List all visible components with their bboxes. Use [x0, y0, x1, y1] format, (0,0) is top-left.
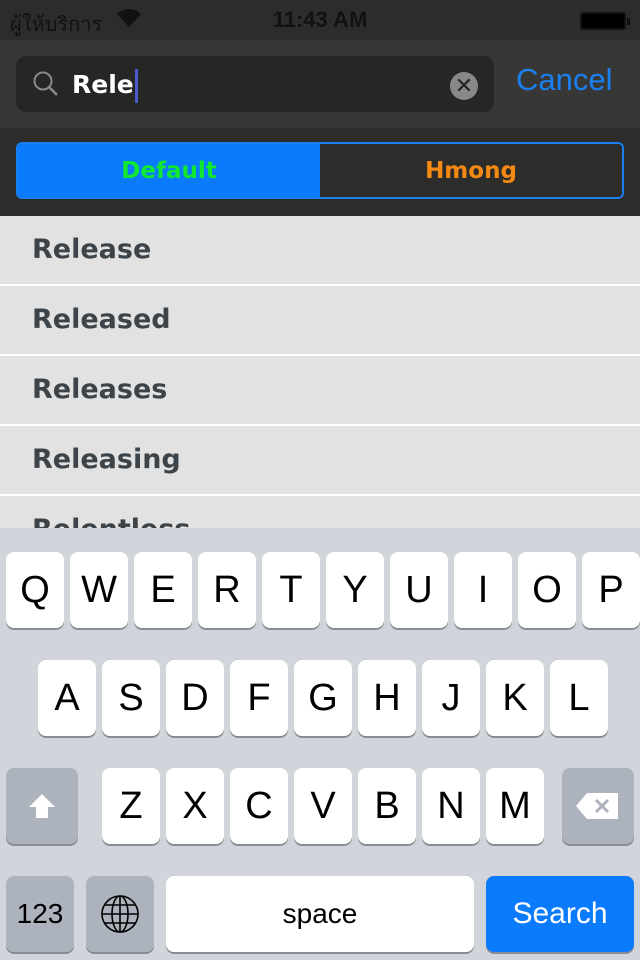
segmented-control: Default Hmong: [16, 142, 624, 199]
list-item[interactable]: Released: [0, 286, 640, 356]
space-key[interactable]: space: [166, 876, 474, 952]
text-caret: [134, 69, 138, 103]
search-key[interactable]: Search: [486, 876, 634, 952]
key-m[interactable]: M: [486, 768, 544, 844]
key-x[interactable]: X: [166, 768, 224, 844]
key-z[interactable]: Z: [102, 768, 160, 844]
key-o[interactable]: O: [518, 552, 576, 628]
key-r[interactable]: R: [198, 552, 256, 628]
search-query: Rele: [72, 70, 134, 99]
key-q[interactable]: Q: [6, 552, 64, 628]
search-bar: Rele ✕ Cancel: [0, 40, 640, 128]
list-item[interactable]: Release: [0, 216, 640, 286]
scope-bar: Default Hmong: [0, 128, 640, 216]
clear-icon[interactable]: ✕: [450, 72, 478, 100]
battery-icon: [580, 12, 630, 30]
results-list: Release Released Releases Releasing Rele…: [0, 216, 640, 566]
key-g[interactable]: G: [294, 660, 352, 736]
key-f[interactable]: F: [230, 660, 288, 736]
key-s[interactable]: S: [102, 660, 160, 736]
key-w[interactable]: W: [70, 552, 128, 628]
search-input[interactable]: Rele ✕: [16, 56, 494, 112]
list-item[interactable]: Releasing: [0, 426, 640, 496]
numbers-key[interactable]: 123: [6, 876, 74, 952]
shift-key[interactable]: [6, 768, 78, 844]
key-i[interactable]: I: [454, 552, 512, 628]
delete-icon: [576, 793, 618, 819]
key-p[interactable]: P: [582, 552, 640, 628]
key-l[interactable]: L: [550, 660, 608, 736]
key-b[interactable]: B: [358, 768, 416, 844]
key-j[interactable]: J: [422, 660, 480, 736]
key-d[interactable]: D: [166, 660, 224, 736]
search-icon: [33, 71, 58, 96]
cancel-button[interactable]: Cancel: [516, 62, 613, 98]
key-e[interactable]: E: [134, 552, 192, 628]
segment-default[interactable]: Default: [18, 144, 320, 197]
key-y[interactable]: Y: [326, 552, 384, 628]
key-t[interactable]: T: [262, 552, 320, 628]
list-item[interactable]: Releases: [0, 356, 640, 426]
delete-key[interactable]: [562, 768, 634, 844]
key-k[interactable]: K: [486, 660, 544, 736]
key-n[interactable]: N: [422, 768, 480, 844]
shift-icon: [29, 794, 55, 818]
globe-icon: [101, 895, 139, 933]
key-u[interactable]: U: [390, 552, 448, 628]
clock: 11:43 AM: [272, 7, 368, 32]
globe-key[interactable]: [86, 876, 154, 952]
status-bar: ผู้ให้บริการ 11:43 AM: [0, 0, 640, 40]
keyboard: Q W E R T Y U I O P A S D F G H J K L Z X C V B N M 123 space Search: [0, 528, 640, 960]
key-h[interactable]: H: [358, 660, 416, 736]
key-v[interactable]: V: [294, 768, 352, 844]
segment-hmong[interactable]: Hmong: [320, 144, 622, 197]
key-a[interactable]: A: [38, 660, 96, 736]
key-c[interactable]: C: [230, 768, 288, 844]
